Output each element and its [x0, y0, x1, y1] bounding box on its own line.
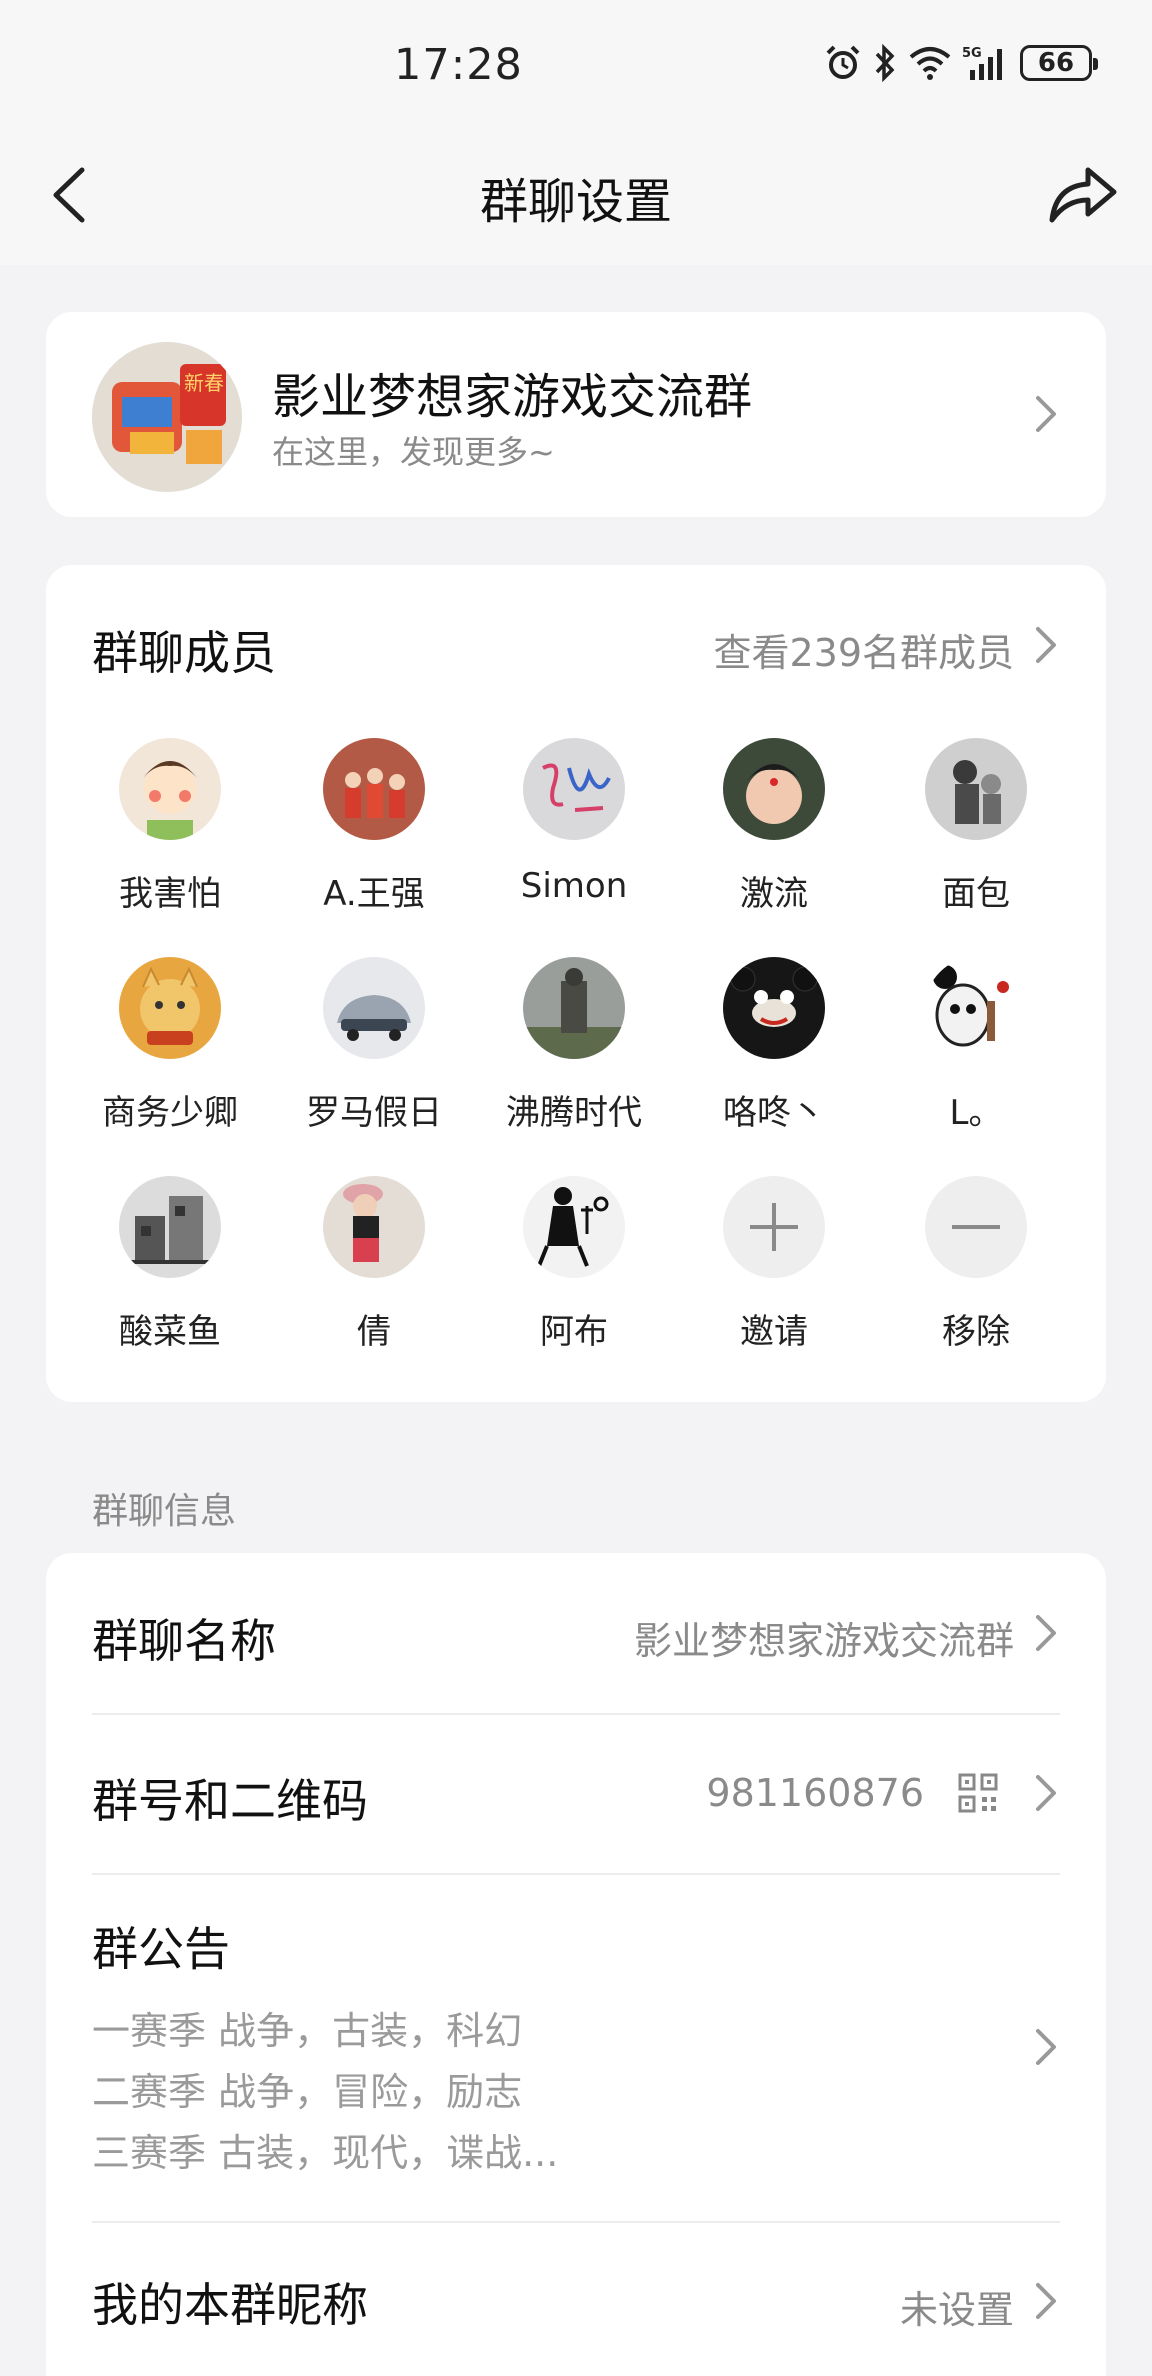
member-name: 商务少卿 [102, 1093, 238, 1133]
group-name: 影业梦想家游戏交流群 [272, 369, 753, 425]
member-avatar [523, 738, 625, 840]
notice-line: 二赛季 战争，冒险，励志 [92, 2070, 523, 2114]
nav-bar: 群聊设置 [0, 130, 1152, 260]
row-title: 群聊名称 [92, 1614, 276, 1668]
member-item[interactable]: 我害怕 [70, 738, 270, 915]
qr-code-icon [958, 1773, 998, 1813]
members-title: 群聊成员 [92, 626, 276, 680]
member-name: Simon [520, 866, 628, 906]
view-all-members-link[interactable]: 查看239名群成员 [713, 622, 1014, 677]
member-item[interactable]: 咯咚丶 [674, 957, 874, 1134]
member-name: 罗马假日 [306, 1093, 442, 1133]
member-item[interactable]: A.王强 [274, 738, 474, 915]
member-item[interactable]: 面包 [876, 738, 1076, 915]
row-title: 我的本群昵称 [92, 2278, 368, 2332]
group-avatar: 新春 [92, 342, 242, 492]
svg-text:新春: 新春 [184, 371, 224, 395]
minus-icon[interactable] [925, 1176, 1027, 1278]
member-avatar [119, 738, 221, 840]
member-name: 倩 [357, 1312, 391, 1352]
member-name: 面包 [942, 874, 1010, 914]
group-profile-card[interactable]: 新春 影业梦想家游戏交流群 在这里，发现更多~ [46, 312, 1106, 517]
member-avatar [323, 738, 425, 840]
chevron-right-icon [1036, 396, 1056, 432]
member-item[interactable]: L。 [876, 957, 1076, 1134]
group-info-card: 群聊名称 影业梦想家游戏交流群 群号和二维码 981160876 群公告 一赛季 [46, 1553, 1106, 2376]
members-card: 群聊成员 查看239名群成员 我害怕 A.王强 Simon 激流 面包 商务少卿… [46, 565, 1106, 1402]
member-avatar [523, 957, 625, 1059]
group-notice-row[interactable]: 群公告 一赛季 战争，古装，科幻 二赛季 战争，冒险，励志 三赛季 古装，现代，… [92, 1875, 1060, 2221]
group-id-value: 981160876 [706, 1771, 924, 1815]
notice-line: 三赛季 古装，现代，谍战... [92, 2131, 559, 2175]
invite-member-button[interactable]: 邀请 [674, 1176, 874, 1353]
battery-level: 66 [1037, 48, 1075, 78]
chevron-right-icon[interactable] [1032, 623, 1060, 667]
member-name: L。 [949, 1093, 1003, 1133]
row-value: 未设置 [899, 2288, 1014, 2332]
remove-member-button[interactable]: 移除 [876, 1176, 1076, 1353]
svg-text:5G: 5G [962, 46, 982, 61]
member-avatar [925, 957, 1027, 1059]
status-bar: 17:28 5G 66 [0, 0, 1152, 130]
row-value: 影业梦想家游戏交流群 [633, 1619, 1014, 1663]
member-name: A.王强 [323, 874, 425, 914]
group-name-row[interactable]: 群聊名称 影业梦想家游戏交流群 [92, 1553, 1060, 1713]
member-avatar [119, 1176, 221, 1278]
section-label-group-info: 群聊信息 [92, 1491, 237, 1532]
row-title: 群公告 [92, 1922, 230, 1976]
member-item[interactable]: 阿布 [474, 1176, 674, 1353]
member-item[interactable]: 罗马假日 [274, 957, 474, 1134]
invite-label: 邀请 [740, 1312, 808, 1352]
member-item[interactable]: 酸菜鱼 [70, 1176, 270, 1353]
member-name: 我害怕 [119, 874, 221, 914]
group-subtitle: 在这里，发现更多~ [272, 433, 555, 471]
row-title: 群号和二维码 [92, 1774, 368, 1828]
member-avatar [523, 1176, 625, 1278]
status-icons: 5G 66 [824, 44, 1098, 82]
member-name: 沸腾时代 [506, 1093, 642, 1133]
member-item[interactable]: 倩 [274, 1176, 474, 1353]
chevron-right-icon [1036, 2283, 1056, 2319]
alarm-icon [826, 45, 860, 79]
member-avatar [723, 957, 825, 1059]
group-id-qr-row[interactable]: 群号和二维码 981160876 [92, 1715, 1060, 1873]
member-avatar [925, 738, 1027, 840]
member-item[interactable]: 沸腾时代 [474, 957, 674, 1134]
signal-5g-icon: 5G [962, 46, 1002, 80]
chevron-right-icon [1036, 1615, 1056, 1651]
top-area: 17:28 5G 66 群聊设置 [0, 0, 1152, 265]
wifi-icon [909, 47, 951, 80]
chevron-right-icon [1036, 2029, 1056, 2065]
member-item[interactable]: 激流 [674, 738, 874, 915]
member-name: 咯咚丶 [723, 1093, 825, 1133]
member-avatar [323, 957, 425, 1059]
chevron-right-icon [1036, 1775, 1056, 1811]
plus-icon[interactable] [723, 1176, 825, 1278]
member-name: 激流 [740, 874, 808, 914]
page-title: 群聊设置 [479, 174, 672, 230]
member-item[interactable]: 商务少卿 [70, 957, 270, 1134]
member-avatar [119, 957, 221, 1059]
notice-line: 一赛季 战争，古装，科幻 [92, 2009, 523, 2053]
bluetooth-icon [875, 44, 895, 82]
share-icon[interactable] [1042, 158, 1122, 228]
remove-label: 移除 [942, 1312, 1010, 1352]
member-avatar [723, 738, 825, 840]
member-name: 阿布 [540, 1312, 608, 1352]
my-nickname-row[interactable]: 我的本群昵称 未设置 [92, 2223, 1060, 2376]
member-item[interactable]: Simon [474, 738, 674, 906]
member-avatar [323, 1176, 425, 1278]
status-time: 17:28 [394, 40, 523, 90]
battery-indicator: 66 [1020, 45, 1098, 81]
member-name: 酸菜鱼 [119, 1312, 221, 1352]
